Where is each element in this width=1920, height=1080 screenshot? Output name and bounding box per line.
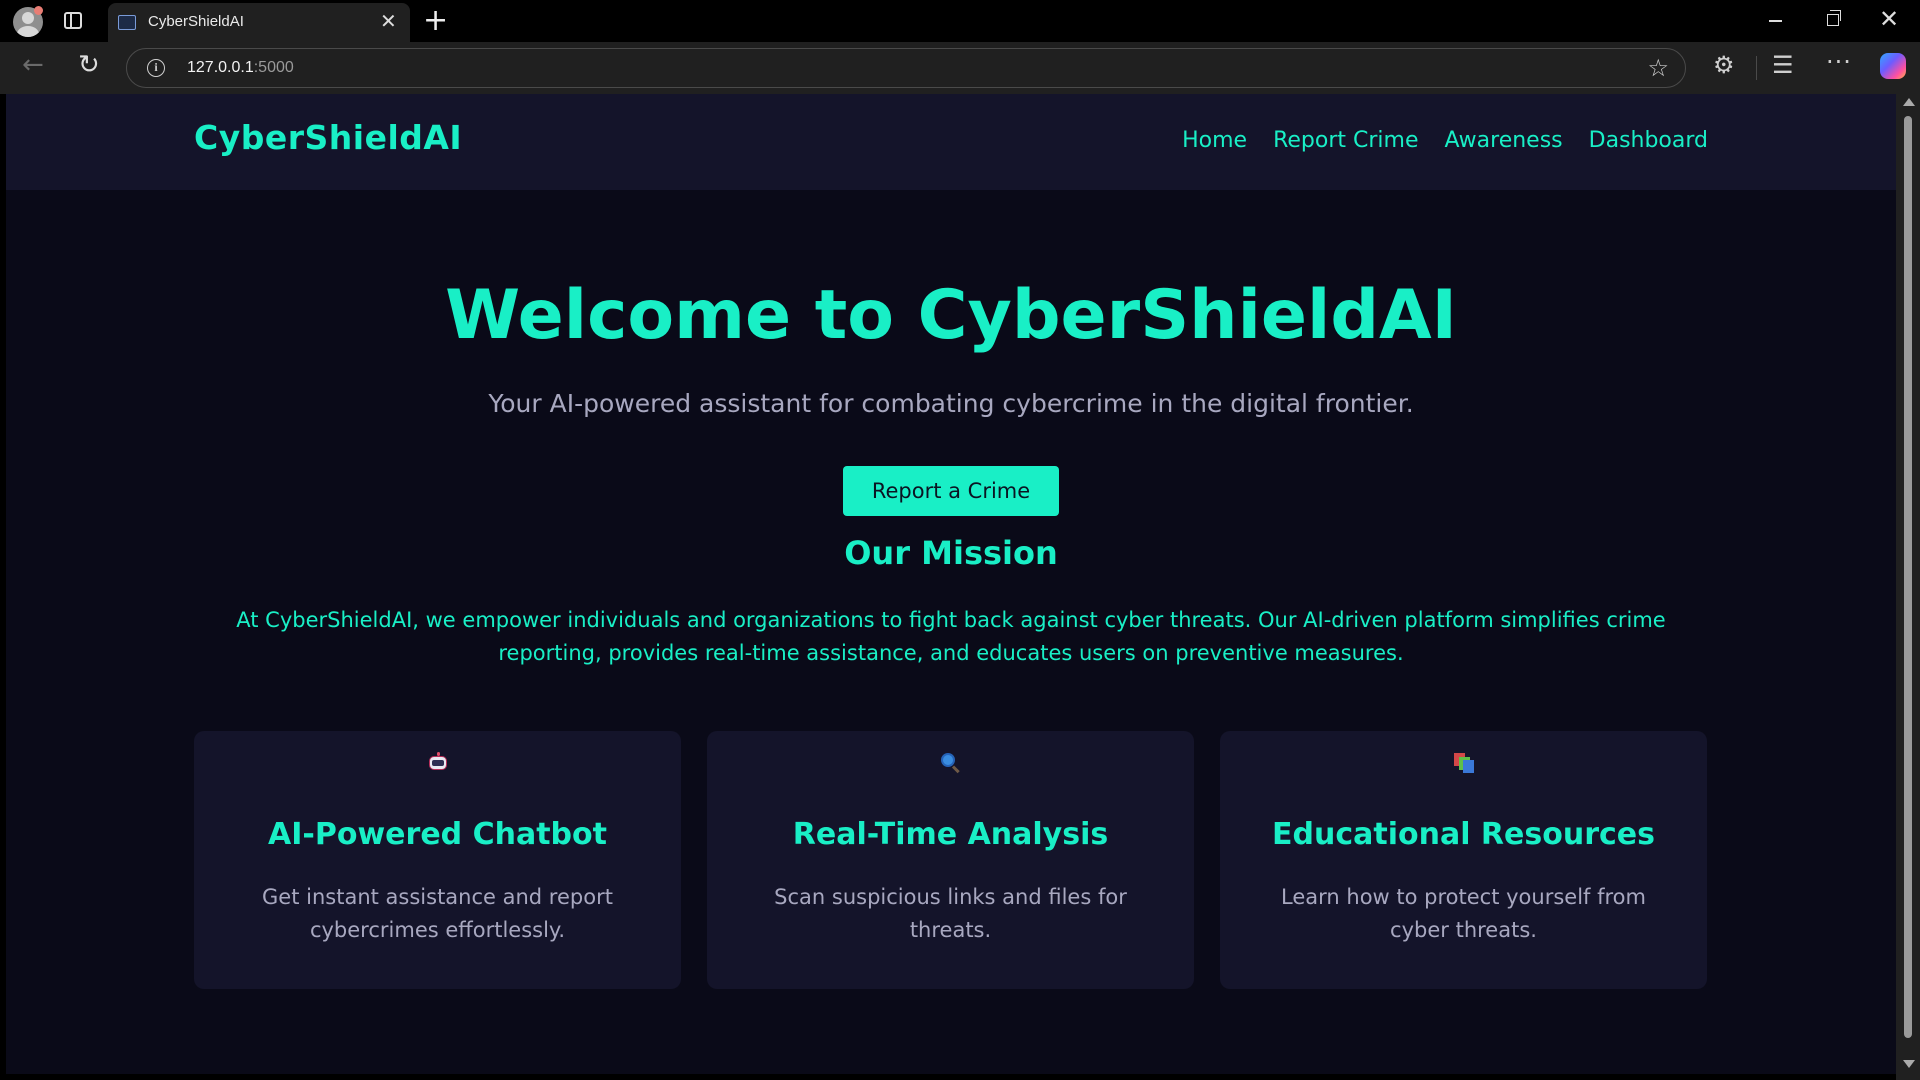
books-icon bbox=[1453, 753, 1474, 773]
browser-titlebar: CyberShieldAI ✕ + ✕ bbox=[0, 0, 1920, 42]
scroll-down-icon[interactable] bbox=[1903, 1060, 1915, 1068]
nav-link-report-crime[interactable]: Report Crime bbox=[1273, 128, 1418, 153]
hero-title: Welcome to CyberShieldAI bbox=[445, 276, 1457, 355]
robot-icon bbox=[428, 752, 448, 771]
nav-link-home[interactable]: Home bbox=[1182, 128, 1247, 153]
main-nav: Home Report Crime Awareness Dashboard bbox=[1182, 128, 1708, 153]
favorites-icon[interactable]: ☰ bbox=[1772, 51, 1794, 79]
report-crime-button[interactable]: Report a Crime bbox=[843, 466, 1059, 516]
profile-notification-dot bbox=[34, 6, 43, 15]
scroll-thumb[interactable] bbox=[1904, 116, 1912, 1038]
url-port: :5000 bbox=[253, 59, 294, 76]
feature-title: Real-Time Analysis bbox=[792, 817, 1109, 852]
address-bar[interactable]: i 127.0.0.1:5000 ☆ bbox=[126, 48, 1686, 88]
site-info-icon[interactable]: i bbox=[147, 59, 165, 77]
feature-description: Get instant assistance and report cyberc… bbox=[262, 885, 613, 942]
extensions-icon[interactable]: ⚙ bbox=[1713, 51, 1735, 79]
feature-title: AI-Powered Chatbot bbox=[268, 817, 607, 852]
scroll-up-icon[interactable] bbox=[1903, 98, 1915, 106]
favorite-star-icon[interactable]: ☆ bbox=[1647, 55, 1669, 81]
new-tab-icon[interactable]: + bbox=[423, 4, 448, 38]
url-text[interactable]: 127.0.0.1:5000 bbox=[187, 59, 294, 77]
page-scrollbar[interactable] bbox=[1896, 94, 1920, 1080]
feature-description: Scan suspicious links and files for thre… bbox=[774, 885, 1127, 942]
feature-card-analysis: Real-Time Analysis Scan suspicious links… bbox=[707, 731, 1194, 989]
toolbar-divider bbox=[1756, 56, 1757, 80]
nav-link-dashboard[interactable]: Dashboard bbox=[1589, 128, 1708, 153]
feature-title: Educational Resources bbox=[1272, 817, 1655, 852]
browser-tab[interactable]: CyberShieldAI ✕ bbox=[108, 3, 410, 42]
window-restore-icon[interactable] bbox=[1827, 10, 1841, 26]
back-icon[interactable]: ← bbox=[22, 52, 44, 78]
feature-description: Learn how to protect yourself from cyber… bbox=[1281, 885, 1646, 942]
nav-link-awareness[interactable]: Awareness bbox=[1445, 128, 1563, 153]
page-viewport: CyberShieldAI Home Report Crime Awarenes… bbox=[6, 94, 1896, 1074]
feature-card-resources: Educational Resources Learn how to prote… bbox=[1220, 731, 1707, 989]
browser-toolbar: ← ↻ i 127.0.0.1:5000 ☆ ⚙ ☰ ··· bbox=[0, 42, 1920, 94]
tab-title: CyberShieldAI bbox=[148, 13, 244, 30]
more-options-icon[interactable]: ··· bbox=[1826, 48, 1852, 76]
copilot-icon[interactable] bbox=[1880, 53, 1906, 79]
url-host: 127.0.0.1 bbox=[187, 59, 254, 76]
tab-favicon-icon bbox=[118, 15, 136, 30]
mission-text: At CyberShieldAI, we empower individuals… bbox=[236, 608, 1666, 665]
magnifier-icon bbox=[940, 753, 961, 774]
window-close-icon[interactable]: ✕ bbox=[1879, 7, 1899, 31]
hero-subtitle: Your AI-powered assistant for combating … bbox=[488, 389, 1414, 418]
mission-title: Our Mission bbox=[844, 534, 1058, 572]
features-section: AI-Powered Chatbot Get instant assistanc… bbox=[194, 731, 1708, 989]
window-minimize-icon[interactable] bbox=[1769, 20, 1782, 22]
reload-icon[interactable]: ↻ bbox=[78, 51, 100, 79]
tab-close-icon[interactable]: ✕ bbox=[380, 11, 397, 31]
feature-card-chatbot: AI-Powered Chatbot Get instant assistanc… bbox=[194, 731, 681, 989]
site-header: CyberShieldAI Home Report Crime Awarenes… bbox=[6, 94, 1896, 190]
tab-actions-icon[interactable] bbox=[64, 12, 82, 29]
site-logo[interactable]: CyberShieldAI bbox=[194, 118, 462, 157]
